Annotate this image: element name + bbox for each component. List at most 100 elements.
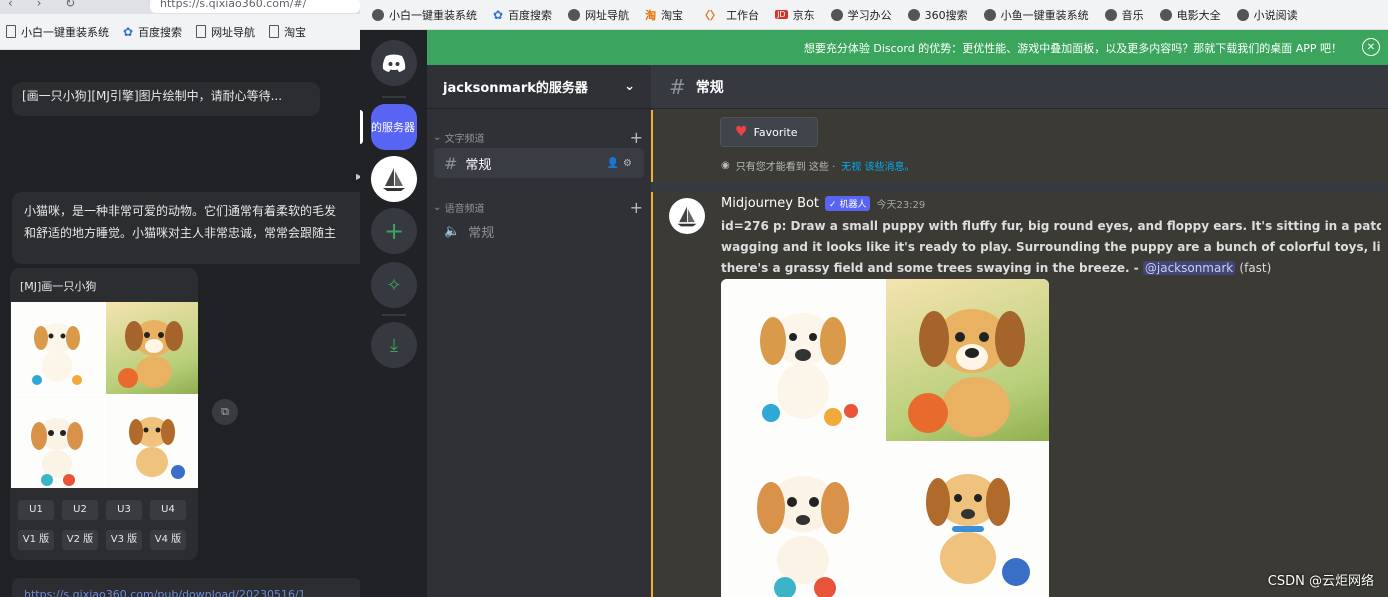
channel-header: # 常规 (651, 65, 1388, 109)
upscale-button-row: U1 U2 U3 U4 (18, 500, 186, 520)
close-icon[interactable]: ✕ (1362, 38, 1380, 56)
speaker-icon: 🔈 (444, 223, 461, 239)
url-field[interactable]: https://s.qixiao360.com/#/ (150, 0, 360, 13)
midjourney-server-icon[interactable] (371, 156, 417, 202)
bookmark-item[interactable]: 360搜索 (907, 7, 968, 23)
bookmark-item[interactable]: 电影大全 (1159, 7, 1221, 23)
hash-icon: # (669, 74, 686, 99)
puppy-image-4[interactable] (105, 396, 198, 488)
bookmark-item[interactable]: 学习办公 (830, 7, 892, 23)
discord-home-icon[interactable] (371, 40, 417, 86)
bookmark-item[interactable]: 小说阅读 (1236, 7, 1298, 23)
server-icon-jacksonmark[interactable]: 的服务器 (371, 104, 417, 150)
explore-compass-icon[interactable]: ✧ (371, 262, 417, 308)
user-mention[interactable]: @jacksonmark (1142, 261, 1236, 275)
bookmark-item[interactable]: JD 京东 (775, 7, 815, 23)
channel-sidebar: jacksonmark的服务器 ⌄ ⌄ 文字频道 + # 常规 👤⚙ ⌄ 语音频… (427, 65, 651, 597)
puppy-image-3[interactable] (721, 442, 885, 597)
invite-settings-icons[interactable]: 👤⚙ (607, 158, 636, 169)
variation-button-row: V1 版 V2 版 V3 版 V4 版 (18, 530, 186, 550)
image-msg-title: [MJ]画一只小狗 (20, 280, 97, 293)
bot-badge: ✓ 机器人 (825, 196, 871, 211)
bot-username[interactable]: Midjourney Bot (721, 196, 819, 211)
chat-bubble-drawing-status: [画一只小狗][MJ引擎]图片绘制中，请耐心等待... (12, 82, 320, 116)
dismiss-link[interactable]: 无视 该些消息。 (841, 158, 914, 173)
bookmark-item[interactable]: 小白一键重装系统 (372, 7, 477, 23)
download-link[interactable]: https://s.qixiao360.com/pub/download/202… (12, 578, 360, 597)
bookmark-item[interactable]: 网址导航 (196, 24, 255, 40)
add-server-icon[interactable]: + (371, 208, 417, 254)
globe-icon (983, 8, 996, 21)
baidu-icon: ✿ (493, 7, 504, 22)
workbench-icon: 〈〉 (699, 8, 722, 22)
v4-button[interactable]: V4 版 (150, 530, 186, 550)
hash-icon: # (444, 153, 458, 173)
download-app-notice: 想要充分体验 Discord 的优势：更优性能、游戏中叠加面板，以及更多内容吗？… (427, 30, 1388, 65)
globe-icon (1236, 8, 1249, 21)
download-apps-icon[interactable]: ⤓ (371, 322, 417, 368)
chat-bubble-cat-text: 小猫咪，是一种非常可爱的动物。它们通常有着柔软的毛发 和舒适的地方睡觉。小猫咪对… (12, 192, 360, 264)
create-channel-icon[interactable]: + (630, 198, 643, 217)
v2-button[interactable]: V2 版 (62, 530, 98, 550)
v3-button[interactable]: V3 版 (106, 530, 142, 550)
image-grid[interactable] (11, 302, 198, 488)
server-list: 的服务器 + ✧ ⤓ (360, 30, 427, 597)
globe-icon (830, 8, 843, 21)
chat-main: # 常规 ♥ Favorite ◉ 只有您才能看到 这些 · 无视 该些消息。 … (651, 65, 1388, 597)
puppy-image-1[interactable] (11, 302, 104, 394)
globe-icon (568, 8, 581, 21)
page-icon (6, 25, 16, 38)
u4-button[interactable]: U4 (150, 500, 186, 520)
chevron-down-icon: ⌄ (433, 132, 445, 143)
puppy-image-2[interactable] (105, 302, 198, 394)
u2-button[interactable]: U2 (62, 500, 98, 520)
puppy-image-1[interactable] (721, 279, 885, 441)
puppy-image-4[interactable] (885, 442, 1049, 597)
category-voice-channels[interactable]: ⌄ 语音频道 + (433, 198, 643, 217)
copy-icon[interactable]: ⧉ (212, 399, 238, 425)
bot-avatar[interactable] (669, 198, 705, 234)
v1-button[interactable]: V1 版 (18, 530, 54, 550)
left-chat-app: ‹ › ↻ https://s.qixiao360.com/#/ 小白一键重装系… (0, 0, 360, 597)
bookmark-item[interactable]: ✿ 百度搜索 (123, 24, 182, 40)
bookmark-item[interactable]: 小白一键重装系统 (6, 24, 109, 40)
u3-button[interactable]: U3 (106, 500, 142, 520)
puppy-image-3[interactable] (11, 396, 104, 488)
bookmark-item[interactable]: 〈〉 工作台 (699, 7, 759, 23)
watermark: CSDN @云炬网络 (1267, 574, 1374, 589)
bookmark-item[interactable]: 小鱼一键重装系统 (983, 7, 1089, 23)
bot-message: Midjourney Bot ✓ 机器人 今天23:29 id=276 p: D… (651, 192, 1388, 597)
left-bookmarks-bar: 小白一键重装系统 ✿ 百度搜索 网址导航 淘宝 (0, 14, 360, 50)
heart-icon: ♥ (735, 124, 748, 140)
chevron-down-icon: ⌄ (624, 79, 635, 94)
channel-general[interactable]: # 常规 👤⚙ (434, 148, 644, 178)
server-header[interactable]: jacksonmark的服务器 ⌄ (427, 65, 651, 109)
globe-icon (1104, 8, 1117, 21)
generated-image-grid[interactable] (721, 279, 1049, 597)
page-icon (196, 25, 207, 38)
message-header: Midjourney Bot ✓ 机器人 今天23:29 (721, 196, 925, 211)
nav-buttons[interactable]: ‹ › ↻ (8, 0, 85, 10)
puppy-image-2[interactable] (885, 279, 1049, 441)
left-address-bar[interactable]: ‹ › ↻ https://s.qixiao360.com/#/ (0, 0, 360, 14)
bookmark-item[interactable]: 淘淘宝 (645, 7, 683, 23)
bookmark-item[interactable]: ✿ 百度搜索 (493, 7, 552, 23)
message-timestamp: 今天23:29 (876, 200, 926, 211)
baidu-icon: ✿ (123, 24, 134, 39)
globe-icon (907, 8, 920, 21)
create-channel-icon[interactable]: + (630, 128, 643, 147)
chevron-down-icon: ⌄ (433, 202, 445, 213)
favorite-button[interactable]: ♥ Favorite (720, 117, 818, 147)
category-text-channels[interactable]: ⌄ 文字频道 + (433, 128, 643, 147)
discord-logo-icon (382, 54, 406, 72)
bookmark-item[interactable]: 淘宝 (269, 24, 306, 40)
jd-icon: JD (775, 10, 788, 19)
page-icon (269, 25, 280, 38)
voice-channel-general[interactable]: 🔈 常规 (434, 216, 644, 246)
chat-bubble-image: [MJ]画一只小狗 U1 U2 U3 U4 V1 版 V2 版 V3 版 V4 … (10, 268, 198, 560)
globe-icon (1159, 8, 1172, 21)
bookmark-item[interactable]: 网址导航 (568, 7, 629, 23)
ephemeral-note: ◉ 只有您才能看到 这些 · 无视 该些消息。 (721, 158, 915, 173)
bookmark-item[interactable]: 音乐 (1104, 7, 1144, 23)
u1-button[interactable]: U1 (18, 500, 54, 520)
